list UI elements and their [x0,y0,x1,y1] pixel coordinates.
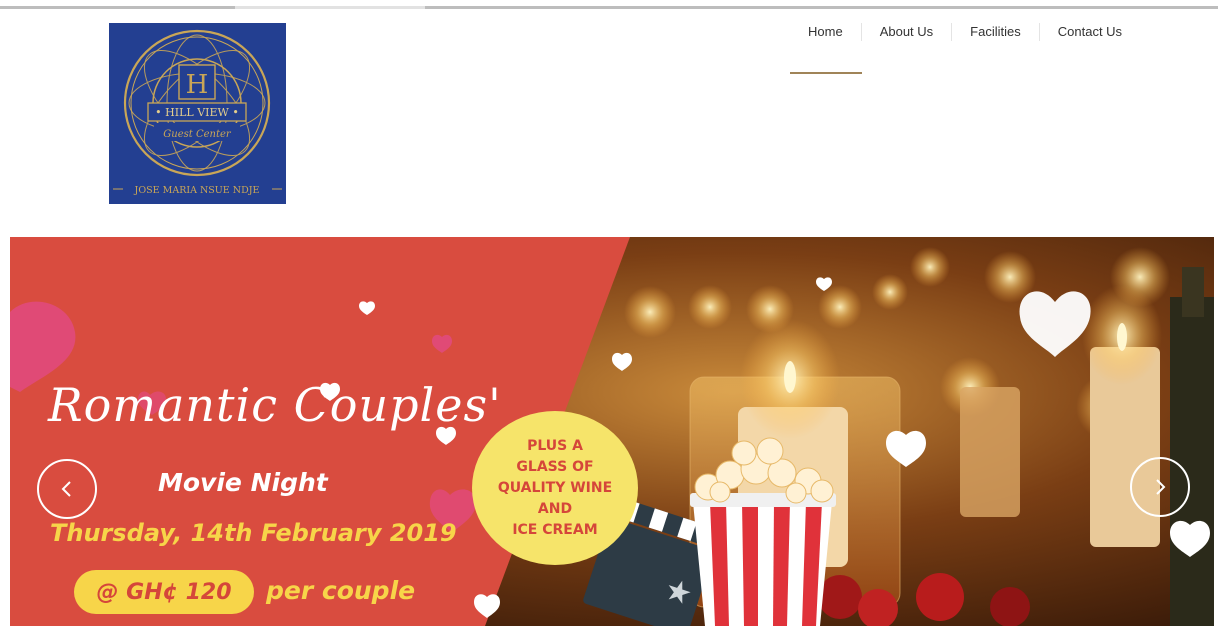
nav-active-indicator [790,72,862,74]
banner-price: @ GH¢ 120 [74,570,254,614]
main-nav: Home About Us Facilities Contact Us [790,22,1140,42]
promo-line: QUALITY WINE [497,479,613,496]
promo-line: PLUS A [527,437,583,454]
logo-owner: JOSE MARIA NSUE NDJE [134,185,260,196]
logo-emblem-graphic: H • HILL VIEW • Guest Center JOSE MARIA … [113,29,282,196]
slider-next-button[interactable] [1130,457,1190,517]
nav-home[interactable]: Home [790,23,861,41]
logo-name: • HILL VIEW • [155,106,239,119]
hero-slider[interactable]: ★ Romantic Couples' Movie Night Thursday… [10,237,1214,626]
top-progress-strip [0,6,1218,9]
promo-line: ICE CREAM [512,521,598,538]
promo-line: GLASS OF [516,458,594,475]
nav-about-us[interactable]: About Us [860,23,951,41]
slider-prev-button[interactable] [37,459,97,519]
nav-facilities[interactable]: Facilities [951,23,1039,41]
banner-title: Romantic Couples' [48,378,502,432]
banner-subtitle: Movie Night [158,468,328,497]
nav-contact-us[interactable]: Contact Us [1038,23,1140,41]
banner-per-couple: per couple [266,576,416,605]
promo-line: AND [537,500,573,517]
promo-text: PLUS A GLASS OF QUALITY WINE AND ICE CRE… [498,436,612,541]
logo-letter: H [186,70,209,100]
banner-date: Thursday, 14th February 2019 [50,519,457,547]
promo-badge: PLUS A GLASS OF QUALITY WINE AND ICE CRE… [472,411,638,565]
strip-segment [235,6,425,9]
chevron-left-icon [61,481,71,497]
site-logo[interactable]: H • HILL VIEW • Guest Center JOSE MARIA … [109,23,286,204]
chevron-right-icon [1156,479,1166,495]
logo-tagline: Guest Center [163,129,232,140]
